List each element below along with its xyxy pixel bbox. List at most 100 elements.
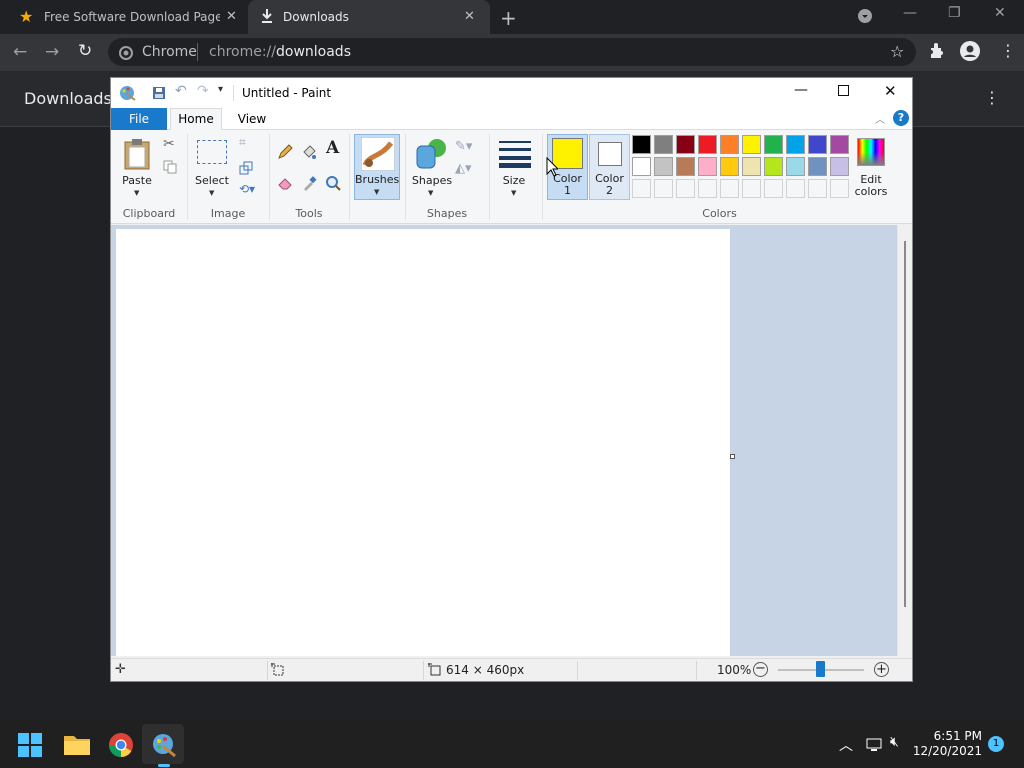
- rotate-icon[interactable]: ⟲▾: [239, 182, 255, 196]
- tab-downloads[interactable]: Downloads ✕: [248, 0, 490, 34]
- file-explorer-icon[interactable]: [64, 733, 94, 763]
- palette-empty-swatch[interactable]: [654, 179, 673, 198]
- palette-swatch[interactable]: [786, 135, 805, 154]
- brushes-button[interactable]: Brushes ▼: [354, 134, 400, 200]
- edit-colors-button[interactable]: Edit colors: [851, 136, 891, 200]
- back-icon[interactable]: ←: [13, 42, 27, 62]
- restore-icon[interactable]: ❐: [948, 5, 961, 21]
- palette-empty-swatch[interactable]: [742, 179, 761, 198]
- palette-swatch[interactable]: [830, 157, 849, 176]
- palette-swatch[interactable]: [676, 157, 695, 176]
- palette-swatch[interactable]: [764, 157, 783, 176]
- size-label: Size: [502, 174, 526, 187]
- palette-empty-swatch[interactable]: [808, 179, 827, 198]
- text-tool-icon[interactable]: A: [326, 138, 339, 158]
- tab-view[interactable]: View: [227, 108, 277, 130]
- zoom-slider-thumb[interactable]: [816, 661, 825, 677]
- help-icon[interactable]: ?: [893, 110, 909, 126]
- tab-file[interactable]: File: [111, 108, 167, 130]
- clock[interactable]: 6:51 PM 12/20/2021: [906, 729, 982, 759]
- redo-icon[interactable]: ↷: [197, 83, 209, 99]
- start-windows-icon[interactable]: [18, 733, 48, 763]
- palette-empty-swatch[interactable]: [786, 179, 805, 198]
- crop-icon[interactable]: ⌗: [239, 135, 246, 150]
- zoom-in-icon[interactable]: +: [874, 662, 889, 677]
- show-hidden-icons-chevron-icon[interactable]: ︿: [839, 735, 853, 755]
- chrome-menu-icon[interactable]: ⋮: [1000, 41, 1016, 60]
- canvas-resize-handle[interactable]: [730, 454, 735, 459]
- line-size-icon: [499, 140, 531, 172]
- palette-swatch[interactable]: [808, 157, 827, 176]
- palette-swatch[interactable]: [654, 135, 673, 154]
- quick-save-icon[interactable]: [152, 85, 166, 104]
- volume-muted-icon[interactable]: 🔇︎: [890, 734, 899, 750]
- drawing-canvas[interactable]: [116, 229, 730, 656]
- fill-icon[interactable]: ◭▾: [455, 161, 472, 176]
- resize-icon[interactable]: [239, 160, 253, 179]
- chrome-taskbar-icon[interactable]: [108, 732, 138, 762]
- fill-bucket-icon[interactable]: [301, 144, 317, 164]
- palette-empty-swatch[interactable]: [698, 179, 717, 198]
- notification-badge[interactable]: 1: [988, 736, 1004, 752]
- paint-taskbar-icon[interactable]: [151, 732, 181, 762]
- cut-icon[interactable]: ✂: [163, 136, 175, 152]
- close-window-icon[interactable]: ✕: [994, 5, 1006, 21]
- chrome-logo-icon: [119, 45, 133, 64]
- palette-empty-swatch[interactable]: [764, 179, 783, 198]
- undo-icon[interactable]: ↶: [175, 83, 187, 99]
- address-bar[interactable]: Chrome chrome://downloads ☆: [108, 38, 916, 66]
- close-tab-icon[interactable]: ✕: [226, 9, 237, 24]
- new-tab-icon[interactable]: +: [500, 6, 517, 30]
- shapes-button[interactable]: Shapes ▼: [411, 136, 453, 200]
- palette-swatch[interactable]: [786, 157, 805, 176]
- palette-empty-swatch[interactable]: [830, 179, 849, 198]
- palette-swatch[interactable]: [632, 157, 651, 176]
- palette-swatch[interactable]: [742, 135, 761, 154]
- reload-icon[interactable]: ↻: [78, 41, 92, 61]
- color-picker-icon[interactable]: [302, 175, 318, 195]
- palette-swatch[interactable]: [632, 135, 651, 154]
- close-tab-icon[interactable]: ✕: [464, 9, 475, 24]
- scrollbar-thumb[interactable]: [904, 241, 906, 607]
- palette-empty-swatch[interactable]: [676, 179, 695, 198]
- palette-swatch[interactable]: [742, 157, 761, 176]
- tab-home[interactable]: Home: [170, 108, 222, 131]
- pencil-icon[interactable]: [277, 144, 293, 164]
- copy-icon[interactable]: [163, 159, 177, 178]
- forward-icon[interactable]: →: [45, 42, 59, 62]
- outline-icon[interactable]: ✎▾: [455, 139, 472, 154]
- downloads-menu-icon[interactable]: ⋮: [984, 88, 1000, 107]
- select-button[interactable]: Select ▼: [193, 136, 231, 200]
- paint-maximize-icon[interactable]: [838, 85, 849, 96]
- collapse-ribbon-icon[interactable]: ︿: [875, 111, 885, 126]
- tab-free-software[interactable]: ★ Free Software Download Page - ✕: [8, 0, 244, 34]
- palette-empty-swatch[interactable]: [720, 179, 739, 198]
- zoom-out-icon[interactable]: −: [753, 662, 768, 677]
- tab-strip: ★ Free Software Download Page - ✕ Downlo…: [0, 0, 1024, 34]
- bookmark-star-icon[interactable]: ☆: [890, 42, 904, 61]
- vertical-scrollbar[interactable]: [897, 225, 912, 656]
- palette-swatch[interactable]: [676, 135, 695, 154]
- minimize-icon[interactable]: —: [903, 5, 917, 21]
- palette-swatch[interactable]: [654, 157, 673, 176]
- paint-minimize-icon[interactable]: —: [794, 82, 808, 98]
- size-button[interactable]: Size ▼: [495, 136, 533, 200]
- paste-button[interactable]: Paste ▼: [117, 136, 157, 200]
- magnifier-icon[interactable]: [325, 175, 341, 195]
- palette-swatch[interactable]: [830, 135, 849, 154]
- palette-swatch[interactable]: [720, 157, 739, 176]
- palette-swatch[interactable]: [720, 135, 739, 154]
- customize-quick-access-icon[interactable]: ▾: [218, 84, 223, 95]
- palette-empty-swatch[interactable]: [632, 179, 651, 198]
- tab-search-icon[interactable]: [858, 9, 872, 27]
- palette-swatch[interactable]: [764, 135, 783, 154]
- network-icon[interactable]: [866, 737, 882, 756]
- paint-close-icon[interactable]: ✕: [884, 82, 897, 100]
- eraser-icon[interactable]: [277, 175, 293, 194]
- palette-swatch[interactable]: [698, 135, 717, 154]
- color2-button[interactable]: Color 2: [589, 134, 630, 200]
- palette-swatch[interactable]: [698, 157, 717, 176]
- palette-swatch[interactable]: [808, 135, 827, 154]
- profile-icon[interactable]: [960, 41, 980, 65]
- extensions-icon[interactable]: [929, 42, 945, 62]
